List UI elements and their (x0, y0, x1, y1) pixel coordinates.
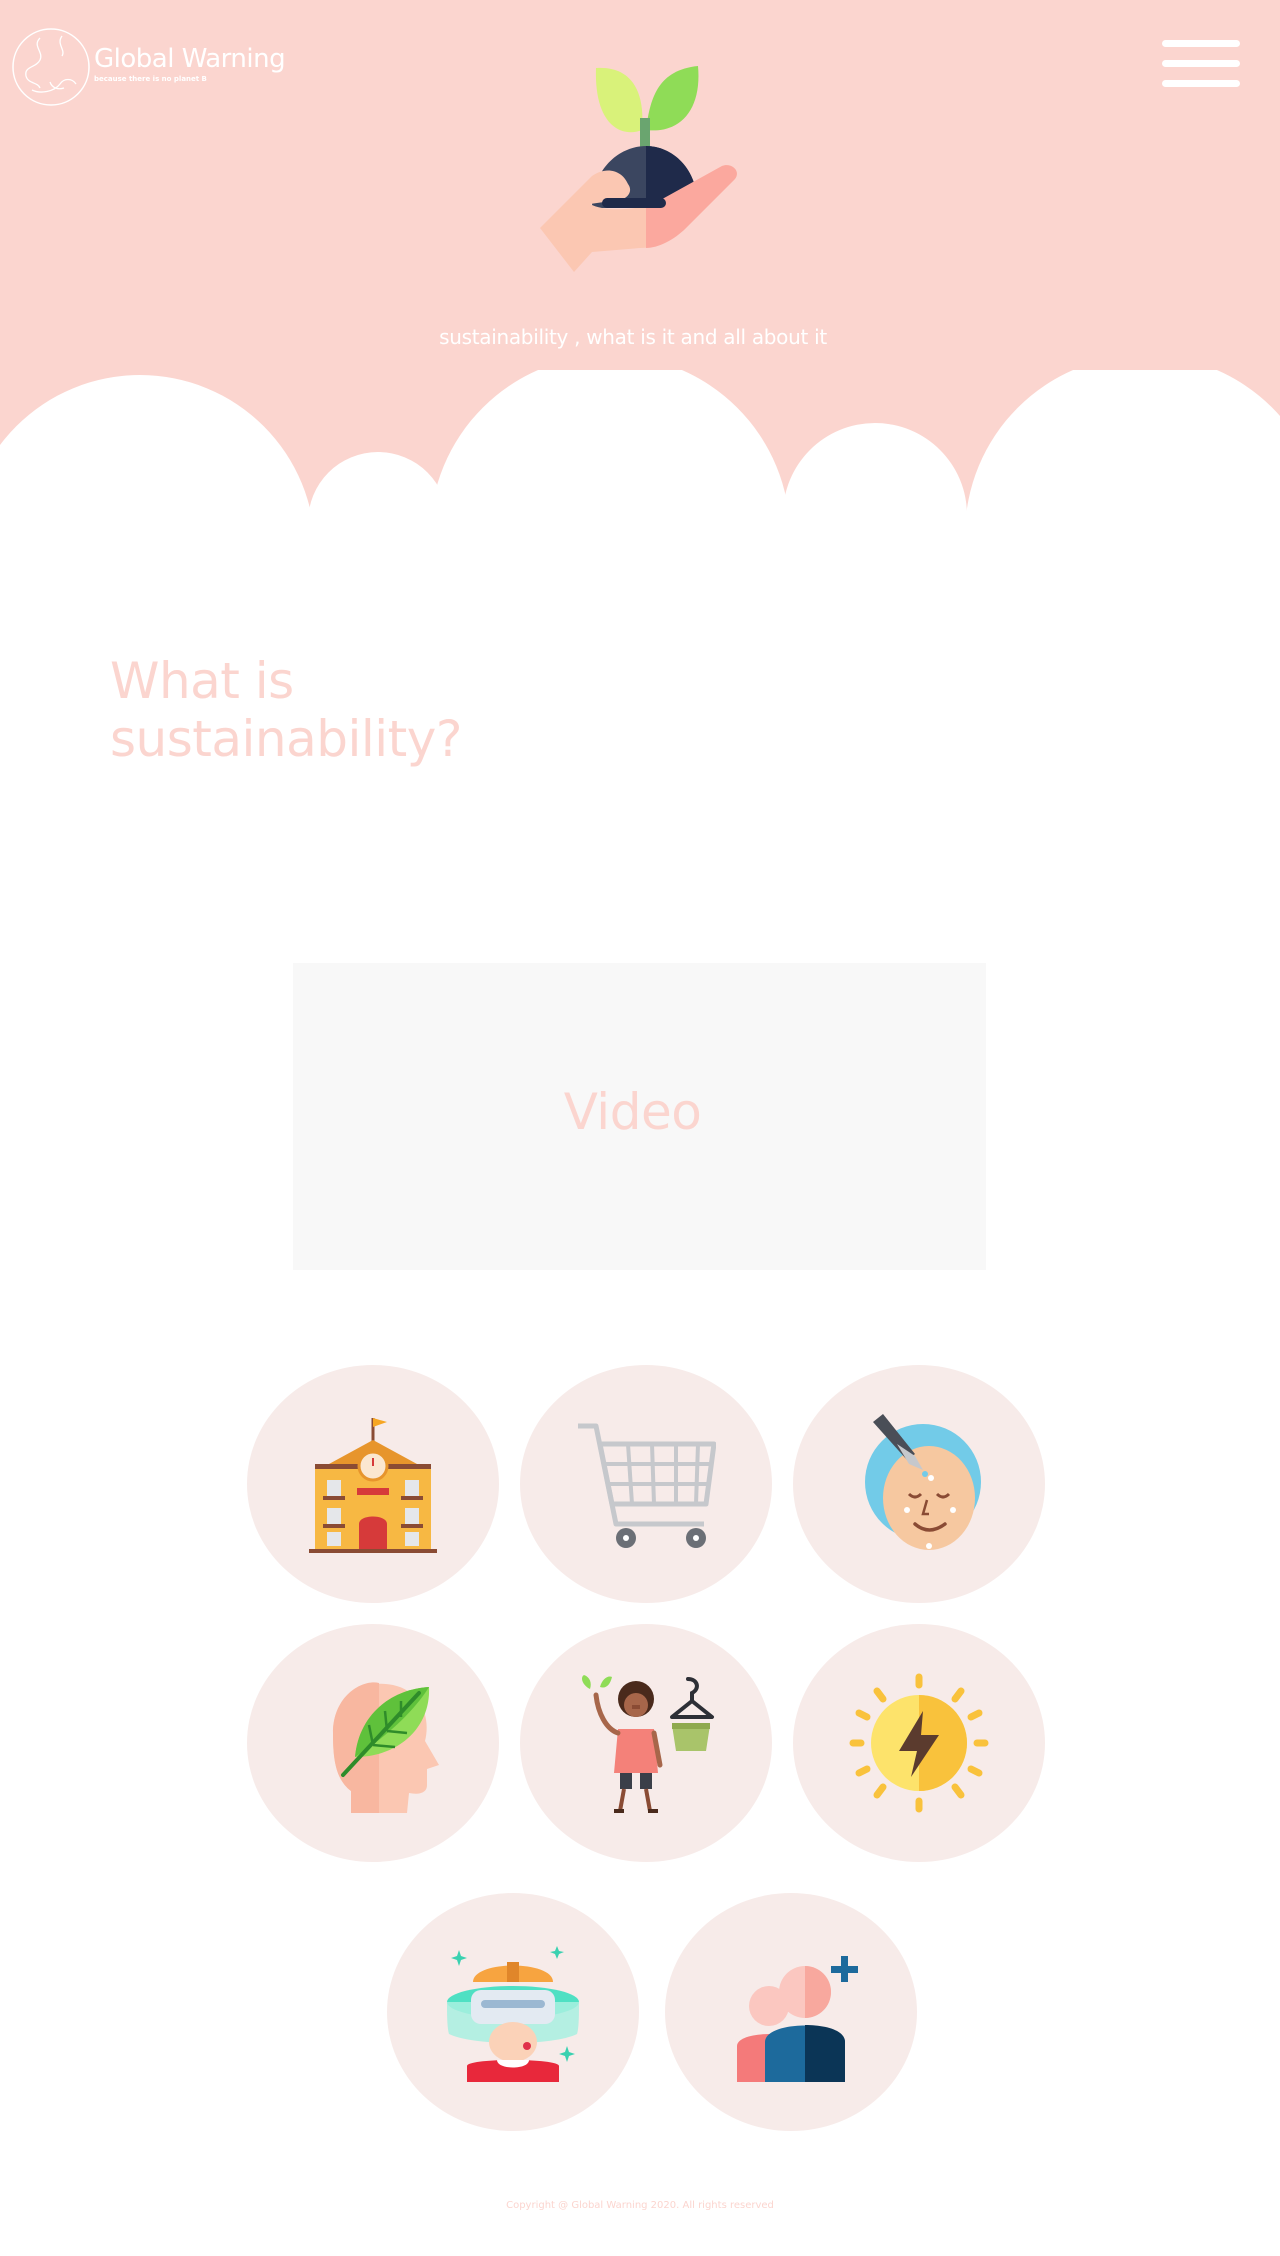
green-mind-icon (333, 1682, 439, 1813)
topic-fashion[interactable] (520, 1624, 772, 1862)
topic-school[interactable] (247, 1365, 499, 1603)
brand-tagline: because there is no planet B (94, 75, 207, 83)
hamburger-menu-icon[interactable] (1162, 40, 1240, 88)
topic-green-mind[interactable] (247, 1624, 499, 1862)
sustainable-fashion-icon (582, 1675, 714, 1813)
shopping-cart-icon (578, 1423, 716, 1548)
add-people-icon (737, 1956, 858, 2082)
section-title: What is sustainability? (110, 652, 610, 768)
virtual-reality-icon (447, 1946, 579, 2082)
section-title-line2: sustainability? (110, 710, 462, 768)
topic-virtual-reality[interactable] (387, 1893, 639, 2131)
topic-energy[interactable] (793, 1624, 1045, 1862)
brand-logo[interactable]: Global Warning because there is no plane… (10, 26, 310, 116)
globe-logo-icon (12, 28, 90, 106)
footer-copyright: Copyright @ Global Warning 2020. All rig… (506, 2200, 774, 2211)
brand-title: Global Warning (94, 44, 286, 74)
topic-skincare[interactable] (793, 1365, 1045, 1603)
topic-shopping[interactable] (520, 1365, 772, 1603)
section-title-line1: What is (110, 652, 294, 710)
video-placeholder-label: Video (563, 1082, 702, 1141)
hero-subtitle: sustainability , what is it and all abou… (439, 325, 827, 349)
video-player[interactable]: Video (293, 963, 986, 1270)
plant-in-hand-icon (540, 66, 737, 272)
solar-energy-icon (849, 1673, 989, 1813)
skincare-face-icon (865, 1414, 981, 1550)
school-building-icon (309, 1418, 437, 1553)
topic-add-people[interactable] (665, 1893, 917, 2131)
cloud-divider (0, 370, 1280, 570)
